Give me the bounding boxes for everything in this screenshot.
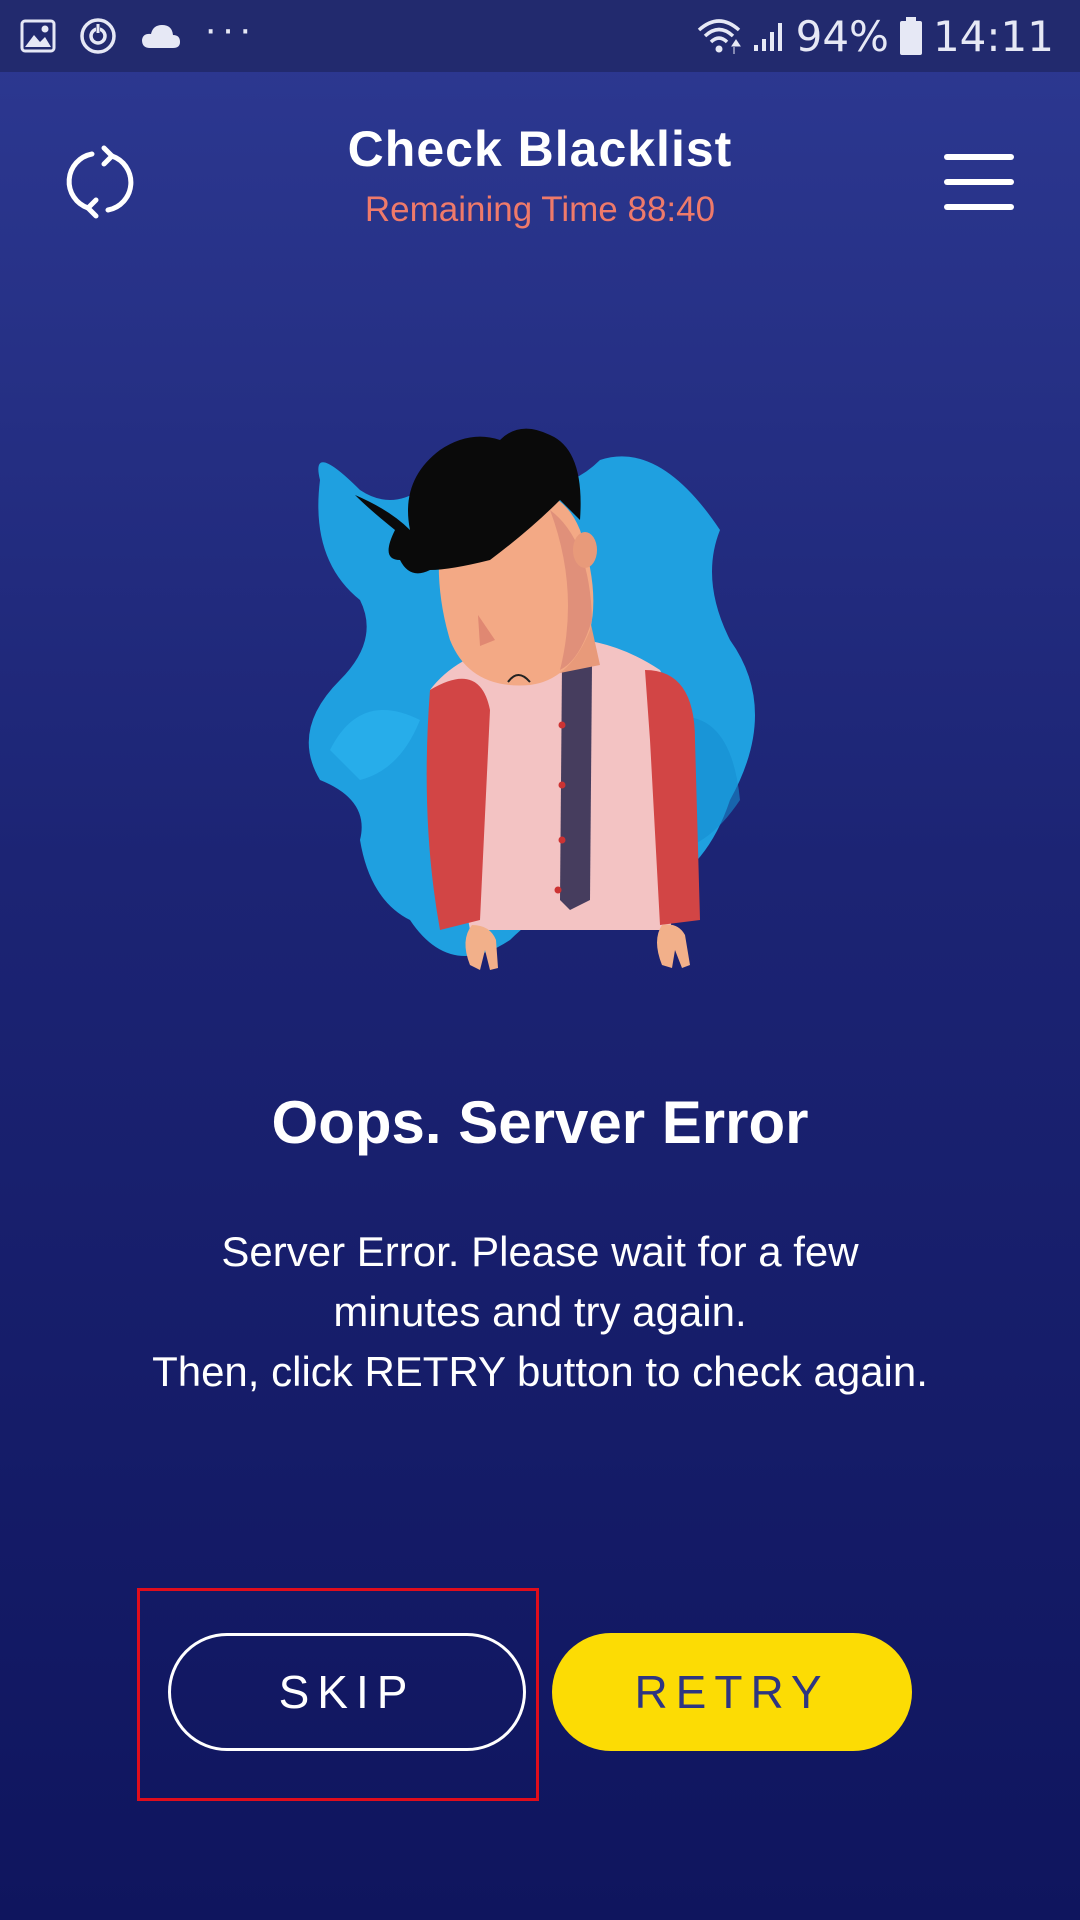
- status-bar: ··· 94% 14:11: [0, 0, 1080, 72]
- error-message-line1: Server Error. Please wait for a few minu…: [221, 1228, 859, 1335]
- retry-button[interactable]: RETRY: [552, 1633, 912, 1751]
- left-sleeve: [426, 678, 490, 930]
- page-title: Check Blacklist: [347, 121, 733, 177]
- cloud-icon: [142, 25, 180, 48]
- menu-button[interactable]: [940, 152, 1016, 212]
- error-message-line2: Then, click RETRY button to check again.: [152, 1348, 928, 1395]
- remaining-time: Remaining Time 88:40: [364, 190, 716, 229]
- status-bar-right: 94% 14:11: [686, 12, 1054, 61]
- skip-button[interactable]: SKIP: [168, 1633, 526, 1751]
- signal-icon: [753, 23, 782, 51]
- sad-person-illustration: [300, 420, 800, 990]
- battery-percent: 94%: [795, 11, 889, 61]
- battery-icon: [899, 17, 922, 55]
- error-message: Server Error. Please wait for a few minu…: [150, 1222, 930, 1402]
- status-bar-left: ···: [20, 7, 278, 56]
- error-title: Oops. Server Error: [271, 1089, 809, 1156]
- sync-icon: [80, 18, 116, 54]
- wifi-icon: [697, 19, 741, 54]
- clock: 14:11: [932, 11, 1054, 61]
- app-header: Check Blacklist Remaining Time 88:40: [0, 72, 1080, 292]
- notification-overflow: ···: [204, 6, 256, 51]
- gallery-icon: [20, 19, 56, 53]
- tie: [560, 665, 592, 910]
